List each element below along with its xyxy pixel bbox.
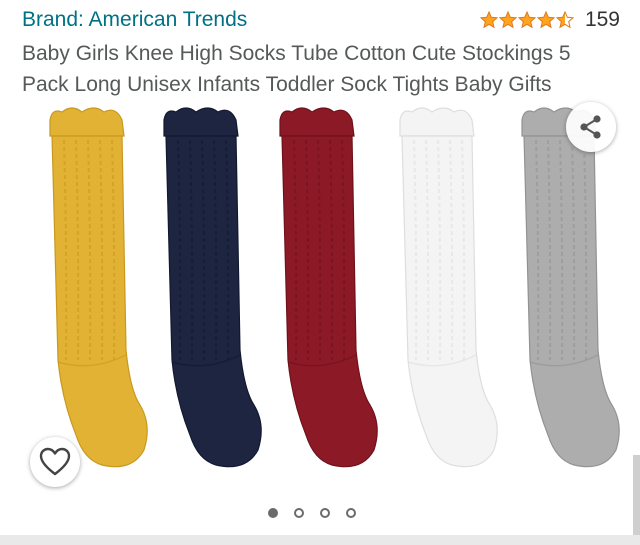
sock-image xyxy=(279,107,378,468)
product-header: Brand: American Trends 159 xyxy=(22,6,622,36)
sock-image xyxy=(521,107,620,468)
scroll-indicator xyxy=(633,455,640,535)
carousel-dot[interactable] xyxy=(320,508,330,518)
carousel-dot[interactable] xyxy=(294,508,304,518)
review-count: 159 xyxy=(584,8,620,31)
star-icon xyxy=(479,11,498,29)
carousel-dot[interactable] xyxy=(268,508,278,518)
star-icon xyxy=(555,11,574,29)
star-icon xyxy=(536,11,555,29)
wishlist-button[interactable] xyxy=(30,437,80,487)
share-icon xyxy=(580,115,601,139)
star-icon xyxy=(498,11,517,29)
star-icon xyxy=(517,11,536,29)
share-button[interactable] xyxy=(566,102,616,152)
brand-link[interactable]: Brand: American Trends xyxy=(22,8,247,32)
rating-summary[interactable]: 159 xyxy=(479,8,620,32)
page-bottom-edge xyxy=(0,535,640,545)
star-rating xyxy=(479,11,575,29)
product-image-carousel[interactable] xyxy=(0,100,640,495)
product-title: Baby Girls Knee High Socks Tube Cotton C… xyxy=(22,42,571,96)
sock-image xyxy=(399,107,498,468)
carousel-dot[interactable] xyxy=(346,508,356,518)
heart-outline-icon xyxy=(39,447,71,476)
carousel-pagination xyxy=(268,508,372,518)
